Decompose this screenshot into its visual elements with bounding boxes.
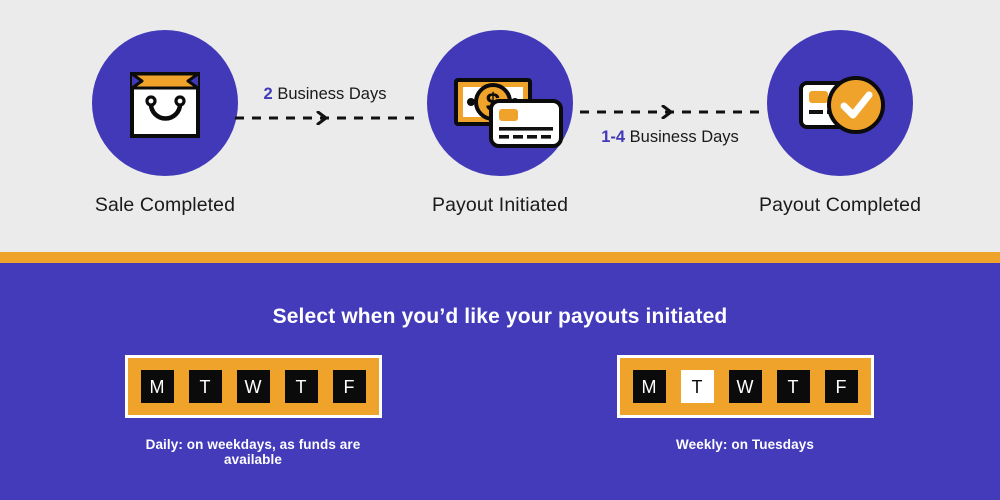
payout-option-daily[interactable]: M T W T F Daily: on weekdays, as funds a… xyxy=(118,355,388,467)
panel-heading: Select when you’d like your payouts init… xyxy=(272,305,728,328)
connector-duration-value: 1-4 xyxy=(601,128,626,146)
step-icon-circle xyxy=(767,30,913,176)
day-button-wednesday[interactable]: W xyxy=(728,370,762,403)
day-button-wednesday[interactable]: W xyxy=(236,370,270,403)
step-label: Payout Initiated xyxy=(431,194,569,216)
timeline-section: Sale Completed 2 Business Days Payout In… xyxy=(0,0,1000,252)
shopping-bag-icon xyxy=(130,72,200,138)
day-button-thursday[interactable]: T xyxy=(776,370,810,403)
section-divider xyxy=(0,252,1000,263)
day-button-tuesday[interactable]: T xyxy=(680,370,714,403)
day-button-thursday[interactable]: T xyxy=(284,370,318,403)
cash-and-card-icon: $ xyxy=(454,78,563,148)
option-caption: Daily: on weekdays, as funds are availab… xyxy=(145,437,361,467)
payout-option-weekly[interactable]: M T W T F Weekly: on Tuesdays xyxy=(610,355,880,452)
day-button-monday[interactable]: M xyxy=(140,370,174,403)
payout-schedule-panel: Select when you’d like your payouts init… xyxy=(0,263,1000,500)
day-selector-daily[interactable]: M T W T F xyxy=(124,355,382,418)
step-label: Sale Completed xyxy=(94,194,236,216)
day-button-tuesday[interactable]: T xyxy=(188,370,222,403)
payout-timeline-infographic: Sale Completed 2 Business Days Payout In… xyxy=(0,0,1000,500)
card-check-icon xyxy=(799,76,885,134)
option-caption: Weekly: on Tuesdays xyxy=(676,437,814,452)
timeline-step-payout-completed: Payout Completed xyxy=(695,30,985,217)
day-button-friday[interactable]: F xyxy=(332,370,366,403)
step-icon-circle: $ xyxy=(427,30,573,176)
step-label: Payout Completed xyxy=(758,194,922,216)
day-button-monday[interactable]: M xyxy=(632,370,666,403)
day-button-friday[interactable]: F xyxy=(824,370,858,403)
day-selector-weekly[interactable]: M T W T F xyxy=(616,355,874,418)
connector-duration-value: 2 xyxy=(263,85,273,103)
step-icon-circle xyxy=(92,30,238,176)
